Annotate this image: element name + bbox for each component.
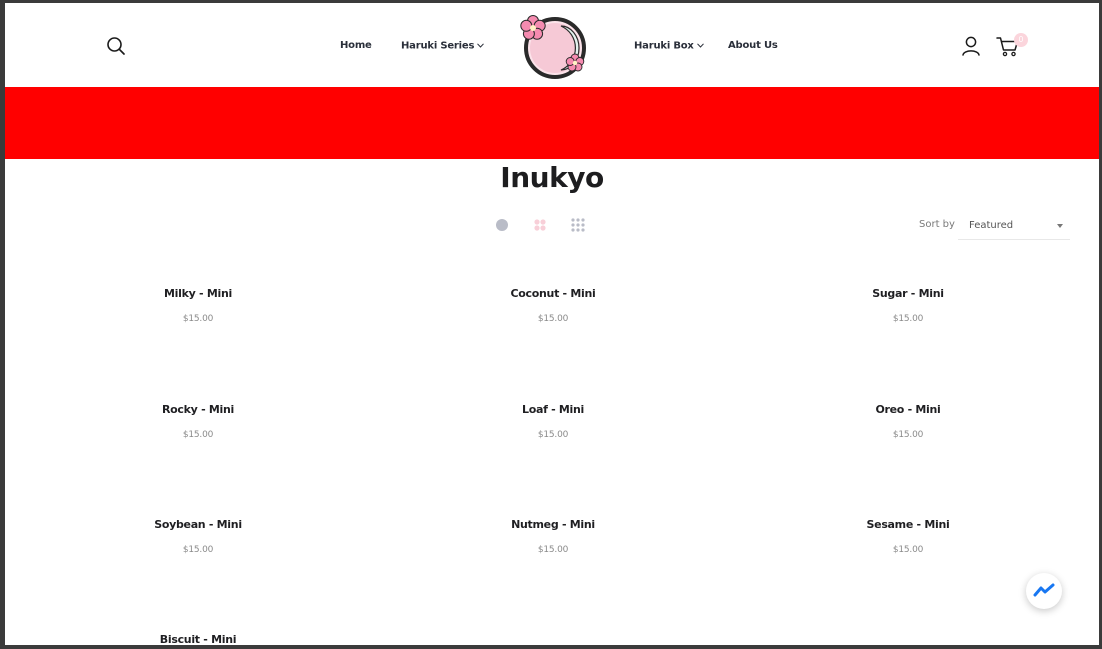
chevron-down-icon [696,40,704,51]
nav-haruki-box-label: Haruki Box [634,40,694,52]
product-card[interactable]: Oreo - Mini $15.00 [758,403,1058,440]
chevron-down-icon [477,40,485,51]
sort-label: Sort by [919,219,955,230]
nav-about-us-label: About Us [728,40,778,51]
product-name[interactable]: Sesame - Mini [758,518,1058,531]
product-name[interactable]: Oreo - Mini [758,403,1058,416]
account-icon[interactable] [960,35,982,57]
product-card[interactable]: Biscuit - Mini [48,633,348,645]
product-name[interactable]: Milky - Mini [48,287,348,300]
nav-haruki-series[interactable]: Haruki Series [401,40,485,52]
product-price: $15.00 [892,314,924,324]
cart-count-badge: 0 [1014,33,1028,47]
product-card[interactable]: Sugar - Mini $15.00 [758,287,1058,324]
nav-haruki-series-label: Haruki Series [401,40,475,52]
messenger-icon [1033,583,1055,597]
site-header: Home Haruki Series Haruki Box About Us 0 [5,3,1099,87]
product-card[interactable]: Loaf - Mini $15.00 [403,403,703,440]
product-card[interactable]: Soybean - Mini $15.00 [48,518,348,555]
product-price: $15.00 [537,430,569,440]
nav-home-label: Home [340,40,372,51]
chevron-down-icon [1057,224,1063,228]
product-price: $15.00 [182,314,214,324]
product-price: $15.00 [182,545,214,555]
product-name[interactable]: Rocky - Mini [48,403,348,416]
grid-3-icon[interactable] [570,217,586,233]
product-card[interactable]: Coconut - Mini $15.00 [403,287,703,324]
product-name[interactable]: Loaf - Mini [403,403,703,416]
collection-banner [5,87,1099,159]
product-name[interactable]: Nutmeg - Mini [403,518,703,531]
product-price: $15.00 [892,430,924,440]
product-name[interactable]: Biscuit - Mini [48,633,348,645]
product-card[interactable]: Sesame - Mini $15.00 [758,518,1058,555]
search-icon[interactable] [106,36,126,56]
page-title: Inukyo [500,161,604,194]
nav-about-us[interactable]: About Us [728,40,778,51]
grid-1-icon[interactable] [494,217,510,233]
product-card[interactable]: Rocky - Mini $15.00 [48,403,348,440]
product-price: $15.00 [182,430,214,440]
logo[interactable] [517,10,589,80]
product-name[interactable]: Sugar - Mini [758,287,1058,300]
product-price: $15.00 [537,545,569,555]
product-card[interactable]: Milky - Mini $15.00 [48,287,348,324]
messenger-chat-button[interactable] [1026,573,1062,609]
product-price: $15.00 [892,545,924,555]
grid-2-icon[interactable] [532,217,548,233]
sort-select[interactable]: Featured [958,212,1070,240]
nav-haruki-box[interactable]: Haruki Box [634,40,704,52]
product-card[interactable]: Nutmeg - Mini $15.00 [403,518,703,555]
page: Home Haruki Series Haruki Box About Us 0… [5,3,1099,645]
product-name[interactable]: Soybean - Mini [48,518,348,531]
nav-home[interactable]: Home [340,40,372,51]
product-price: $15.00 [537,314,569,324]
sort-value: Featured [969,220,1014,231]
product-name[interactable]: Coconut - Mini [403,287,703,300]
